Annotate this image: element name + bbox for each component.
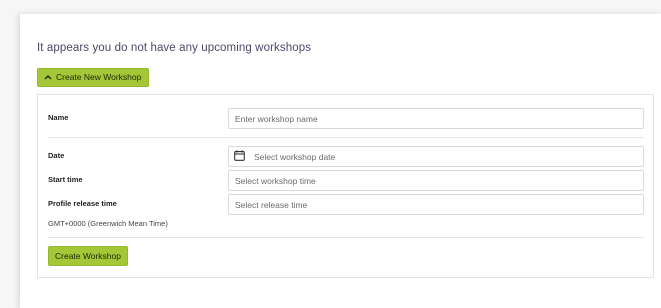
chevron-up-icon bbox=[44, 69, 52, 86]
start-time-input[interactable] bbox=[228, 170, 644, 191]
workshop-name-input[interactable] bbox=[228, 108, 644, 129]
release-time-input[interactable] bbox=[228, 194, 644, 215]
toggle-label: Create New Workshop bbox=[56, 72, 142, 82]
date-label: Date bbox=[48, 151, 65, 160]
create-workshop-button[interactable]: Create Workshop bbox=[48, 246, 128, 266]
profile-release-time-label: Profile release time bbox=[48, 199, 117, 208]
timezone-text: GMT+0000 (Greenwich Mean Time) bbox=[48, 219, 168, 228]
workshop-date-picker[interactable]: Select workshop date bbox=[228, 146, 644, 167]
calendar-icon bbox=[234, 150, 245, 163]
name-label: Name bbox=[48, 113, 69, 122]
no-workshops-notice: It appears you do not have any upcoming … bbox=[37, 42, 312, 54]
create-workshop-form: Name Date Select workshop date Start tim… bbox=[37, 94, 654, 278]
form-divider bbox=[48, 237, 644, 238]
create-new-workshop-toggle[interactable]: Create New Workshop bbox=[37, 68, 150, 87]
date-placeholder: Select workshop date bbox=[254, 151, 336, 162]
form-divider bbox=[48, 137, 644, 138]
start-time-label: Start time bbox=[48, 175, 83, 184]
